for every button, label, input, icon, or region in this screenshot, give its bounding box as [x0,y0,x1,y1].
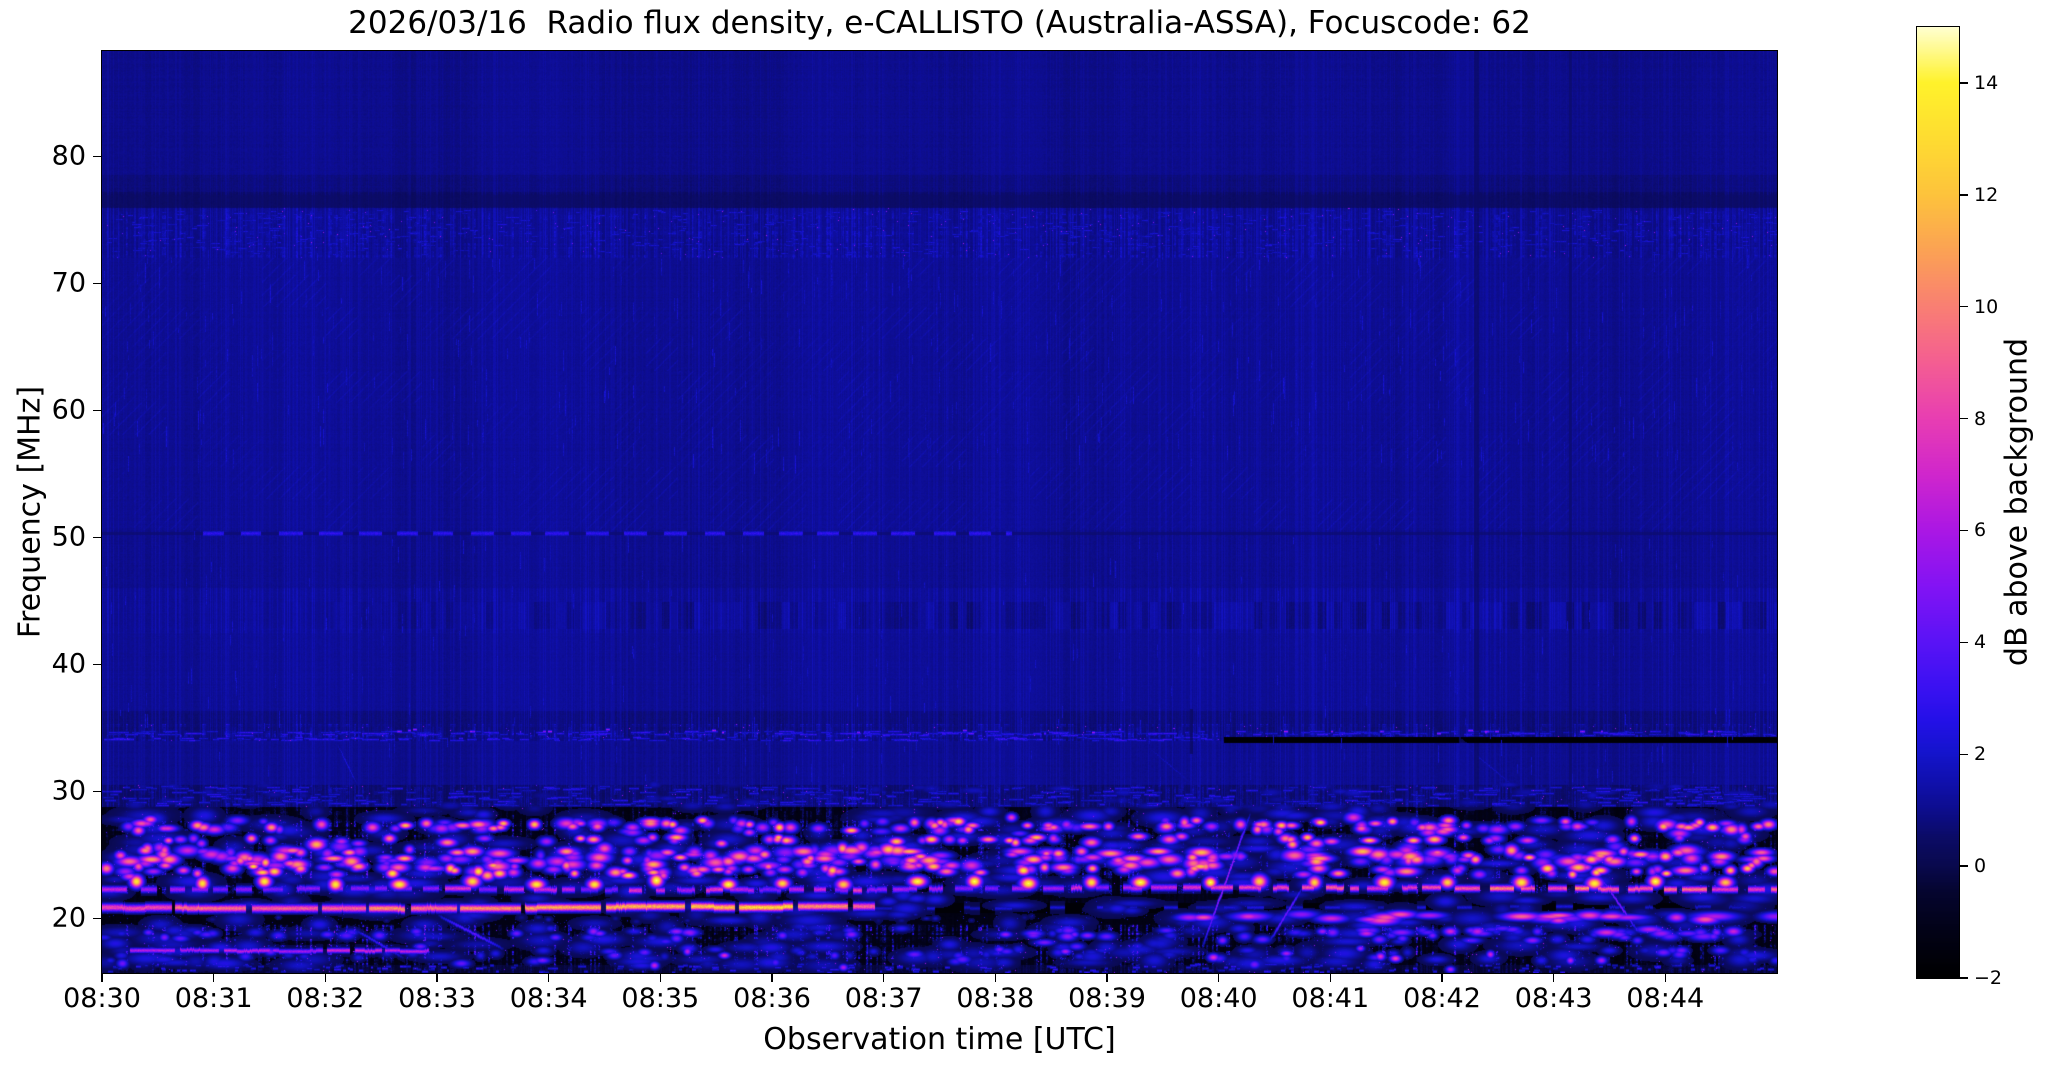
colorbar-tick-label: 10 [1974,295,1999,318]
colorbar-tick-label: 8 [1974,407,1987,430]
y-axis-label: Frequency [MHz] [12,385,48,639]
colorbar-tick [1960,417,1968,420]
colorbar-tick-label: 6 [1974,519,1987,542]
x-tick [547,973,550,982]
y-tick [93,790,102,793]
x-tick-label: 08:33 [398,983,476,1014]
colorbar-tick-label: −2 [1974,967,2003,989]
x-tick-label: 08:44 [1626,983,1705,1014]
x-tick [1329,973,1332,982]
colorbar-tick [1960,529,1968,532]
x-tick-label: 08:34 [509,983,588,1014]
x-tick [659,973,662,982]
x-tick [436,973,438,982]
colorbar-tick [1960,194,1968,196]
y-tick [93,409,102,412]
x-tick-label: 08:40 [1179,983,1258,1014]
x-tick [1441,973,1443,982]
colorbar-tick-label: 12 [1974,183,1999,206]
y-tick [93,155,102,158]
y-tick-label: 40 [51,648,86,680]
colorbar-gradient-canvas [1917,27,1959,978]
y-tick-label: 70 [51,267,86,299]
x-tick-label: 08:37 [844,983,923,1014]
x-tick-label: 08:39 [1068,983,1146,1014]
x-tick-label: 08:30 [63,983,141,1014]
colorbar-tick-label: 14 [1974,71,1999,94]
x-axis-label: Observation time [UTC] [763,1022,1116,1057]
x-tick [212,973,215,982]
x-tick-label: 08:31 [174,983,253,1014]
colorbar-tick [1960,977,1968,979]
colorbar-tick [1960,641,1968,644]
x-tick-label: 08:36 [733,983,811,1014]
y-tick [93,282,102,285]
y-tick-label: 20 [51,902,86,934]
colorbar-tick [1960,753,1968,755]
x-tick-label: 08:41 [1291,983,1370,1014]
x-tick [1106,973,1108,982]
x-tick [771,973,773,982]
colorbar-tick-label: 2 [1974,743,1987,766]
x-tick [101,973,103,982]
chart-title: 2026/03/16 Radio flux density, e-CALLIST… [348,5,1531,41]
y-tick [93,663,102,666]
x-tick-label: 08:43 [1514,983,1593,1014]
x-tick [1664,973,1667,982]
x-tick [324,973,327,982]
x-tick [1552,973,1555,982]
x-tick-label: 08:35 [621,983,700,1014]
colorbar-tick [1960,82,1968,84]
colorbar-tick [1960,865,1968,867]
x-tick-label: 08:32 [286,983,365,1014]
colorbar-tick-label: 4 [1974,631,1987,654]
figure: 2026/03/16 Radio flux density, e-CALLIST… [0,0,2047,1067]
colorbar-tick [1960,306,1968,308]
spectrogram-canvas [102,51,1777,973]
plot-frame [101,50,1778,974]
x-tick-label: 08:38 [956,983,1035,1014]
y-tick [93,536,102,539]
colorbar-tick-label: 0 [1974,855,1987,878]
y-tick [93,917,102,920]
x-tick-label: 08:42 [1403,983,1481,1014]
x-tick [882,973,885,982]
y-tick-label: 30 [51,775,86,807]
x-tick [994,973,997,982]
y-tick-label: 80 [51,140,86,172]
colorbar [1916,26,1960,979]
colorbar-label: dB above background [1999,337,2035,667]
x-tick [1217,973,1220,982]
